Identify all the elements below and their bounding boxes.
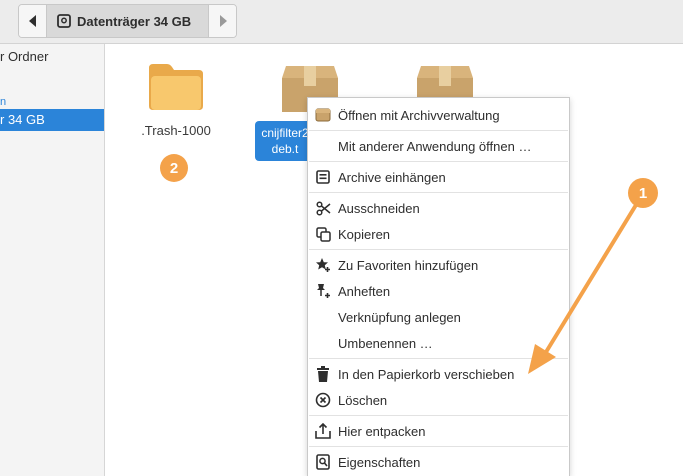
annotation-badge-2: 2 <box>160 154 188 182</box>
selected-file-label-line1: cnijfilter2 <box>261 126 309 140</box>
menu-item-label: Eigenschaften <box>338 454 421 470</box>
menu-item-label: Kopieren <box>338 226 391 242</box>
chevron-right-icon <box>219 15 227 27</box>
menu-item-rename[interactable]: Umbenennen … <box>308 331 569 355</box>
annotation-badge-1: 1 <box>628 178 658 208</box>
chevron-left-icon <box>28 15 36 27</box>
toolbar: Datenträger 34 GB <box>0 0 683 44</box>
menu-item-label: In den Papierkorb verschieben <box>338 366 515 382</box>
trash-folder-item[interactable]: .Trash-1000 <box>130 58 222 138</box>
menu-item-copy[interactable]: Kopieren <box>308 222 569 246</box>
sidebar-item-drive[interactable]: r 34 GB <box>0 109 104 131</box>
menu-separator <box>309 415 568 416</box>
trash-icon <box>308 366 338 382</box>
back-button[interactable] <box>19 5 47 37</box>
menu-item-delete[interactable]: Löschen <box>308 388 569 412</box>
folder-icon <box>149 64 203 110</box>
sidebar-item-folder[interactable]: r Ordner <box>0 46 104 68</box>
pin-icon <box>308 283 338 299</box>
properties-icon <box>308 454 338 470</box>
copy-icon <box>308 226 338 242</box>
menu-item-label: Ausschneiden <box>338 200 420 216</box>
menu-item-label: Umbenennen … <box>338 335 433 351</box>
location-bar: Datenträger 34 GB <box>18 4 237 38</box>
path-segment-button[interactable]: Datenträger 34 GB <box>47 5 208 37</box>
menu-item-mount-archive[interactable]: Archive einhängen <box>308 165 569 189</box>
selected-file-label[interactable]: cnijfilter2 deb.t <box>255 121 315 161</box>
package-icon <box>417 66 473 102</box>
menu-item-cut[interactable]: Ausschneiden <box>308 196 569 220</box>
path-label: Datenträger 34 GB <box>77 13 192 29</box>
menu-item-label: Öffnen mit Archivverwaltung <box>338 107 500 123</box>
menu-item-create-link[interactable]: Verknüpfung anlegen <box>308 305 569 329</box>
menu-item-pin[interactable]: Anheften <box>308 279 569 303</box>
menu-separator <box>309 446 568 447</box>
menu-item-extract-here[interactable]: Hier entpacken <box>308 419 569 443</box>
menu-separator <box>309 192 568 193</box>
menu-item-label: Archive einhängen <box>338 169 446 185</box>
forward-button[interactable] <box>208 5 236 37</box>
menu-separator <box>309 130 568 131</box>
menu-item-label: Verknüpfung anlegen <box>338 309 461 325</box>
menu-item-move-to-trash[interactable]: In den Papierkorb verschieben <box>308 362 569 386</box>
menu-separator <box>309 358 568 359</box>
selected-file-label-line2: deb.t <box>271 142 299 156</box>
menu-item-label: Anheften <box>338 283 391 299</box>
menu-separator <box>309 161 568 162</box>
delete-icon <box>308 392 338 408</box>
menu-item-label: Löschen <box>338 392 388 408</box>
menu-item-open-archive[interactable]: Öffnen mit Archivverwaltung <box>308 103 569 127</box>
mount-icon <box>308 170 338 184</box>
menu-item-add-favorite[interactable]: Zu Favoriten hinzufügen <box>308 253 569 277</box>
menu-item-properties[interactable]: Eigenschaften <box>308 450 569 474</box>
drive-icon <box>57 14 71 28</box>
star-add-icon <box>308 257 338 273</box>
menu-item-label: Hier entpacken <box>338 423 426 439</box>
menu-item-label: Mit anderer Anwendung öffnen … <box>338 138 532 154</box>
context-menu: Öffnen mit Archivverwaltung Mit anderer … <box>307 97 570 476</box>
menu-item-label: Zu Favoriten hinzufügen <box>338 257 479 273</box>
extract-icon <box>308 423 338 439</box>
archive-icon <box>308 107 338 123</box>
menu-item-open-with[interactable]: Mit anderer Anwendung öffnen … <box>308 134 569 158</box>
sidebar: r Ordner n r 34 GB <box>0 44 105 476</box>
trash-folder-label: .Trash-1000 <box>141 123 211 138</box>
menu-separator <box>309 249 568 250</box>
scissors-icon <box>308 200 338 216</box>
